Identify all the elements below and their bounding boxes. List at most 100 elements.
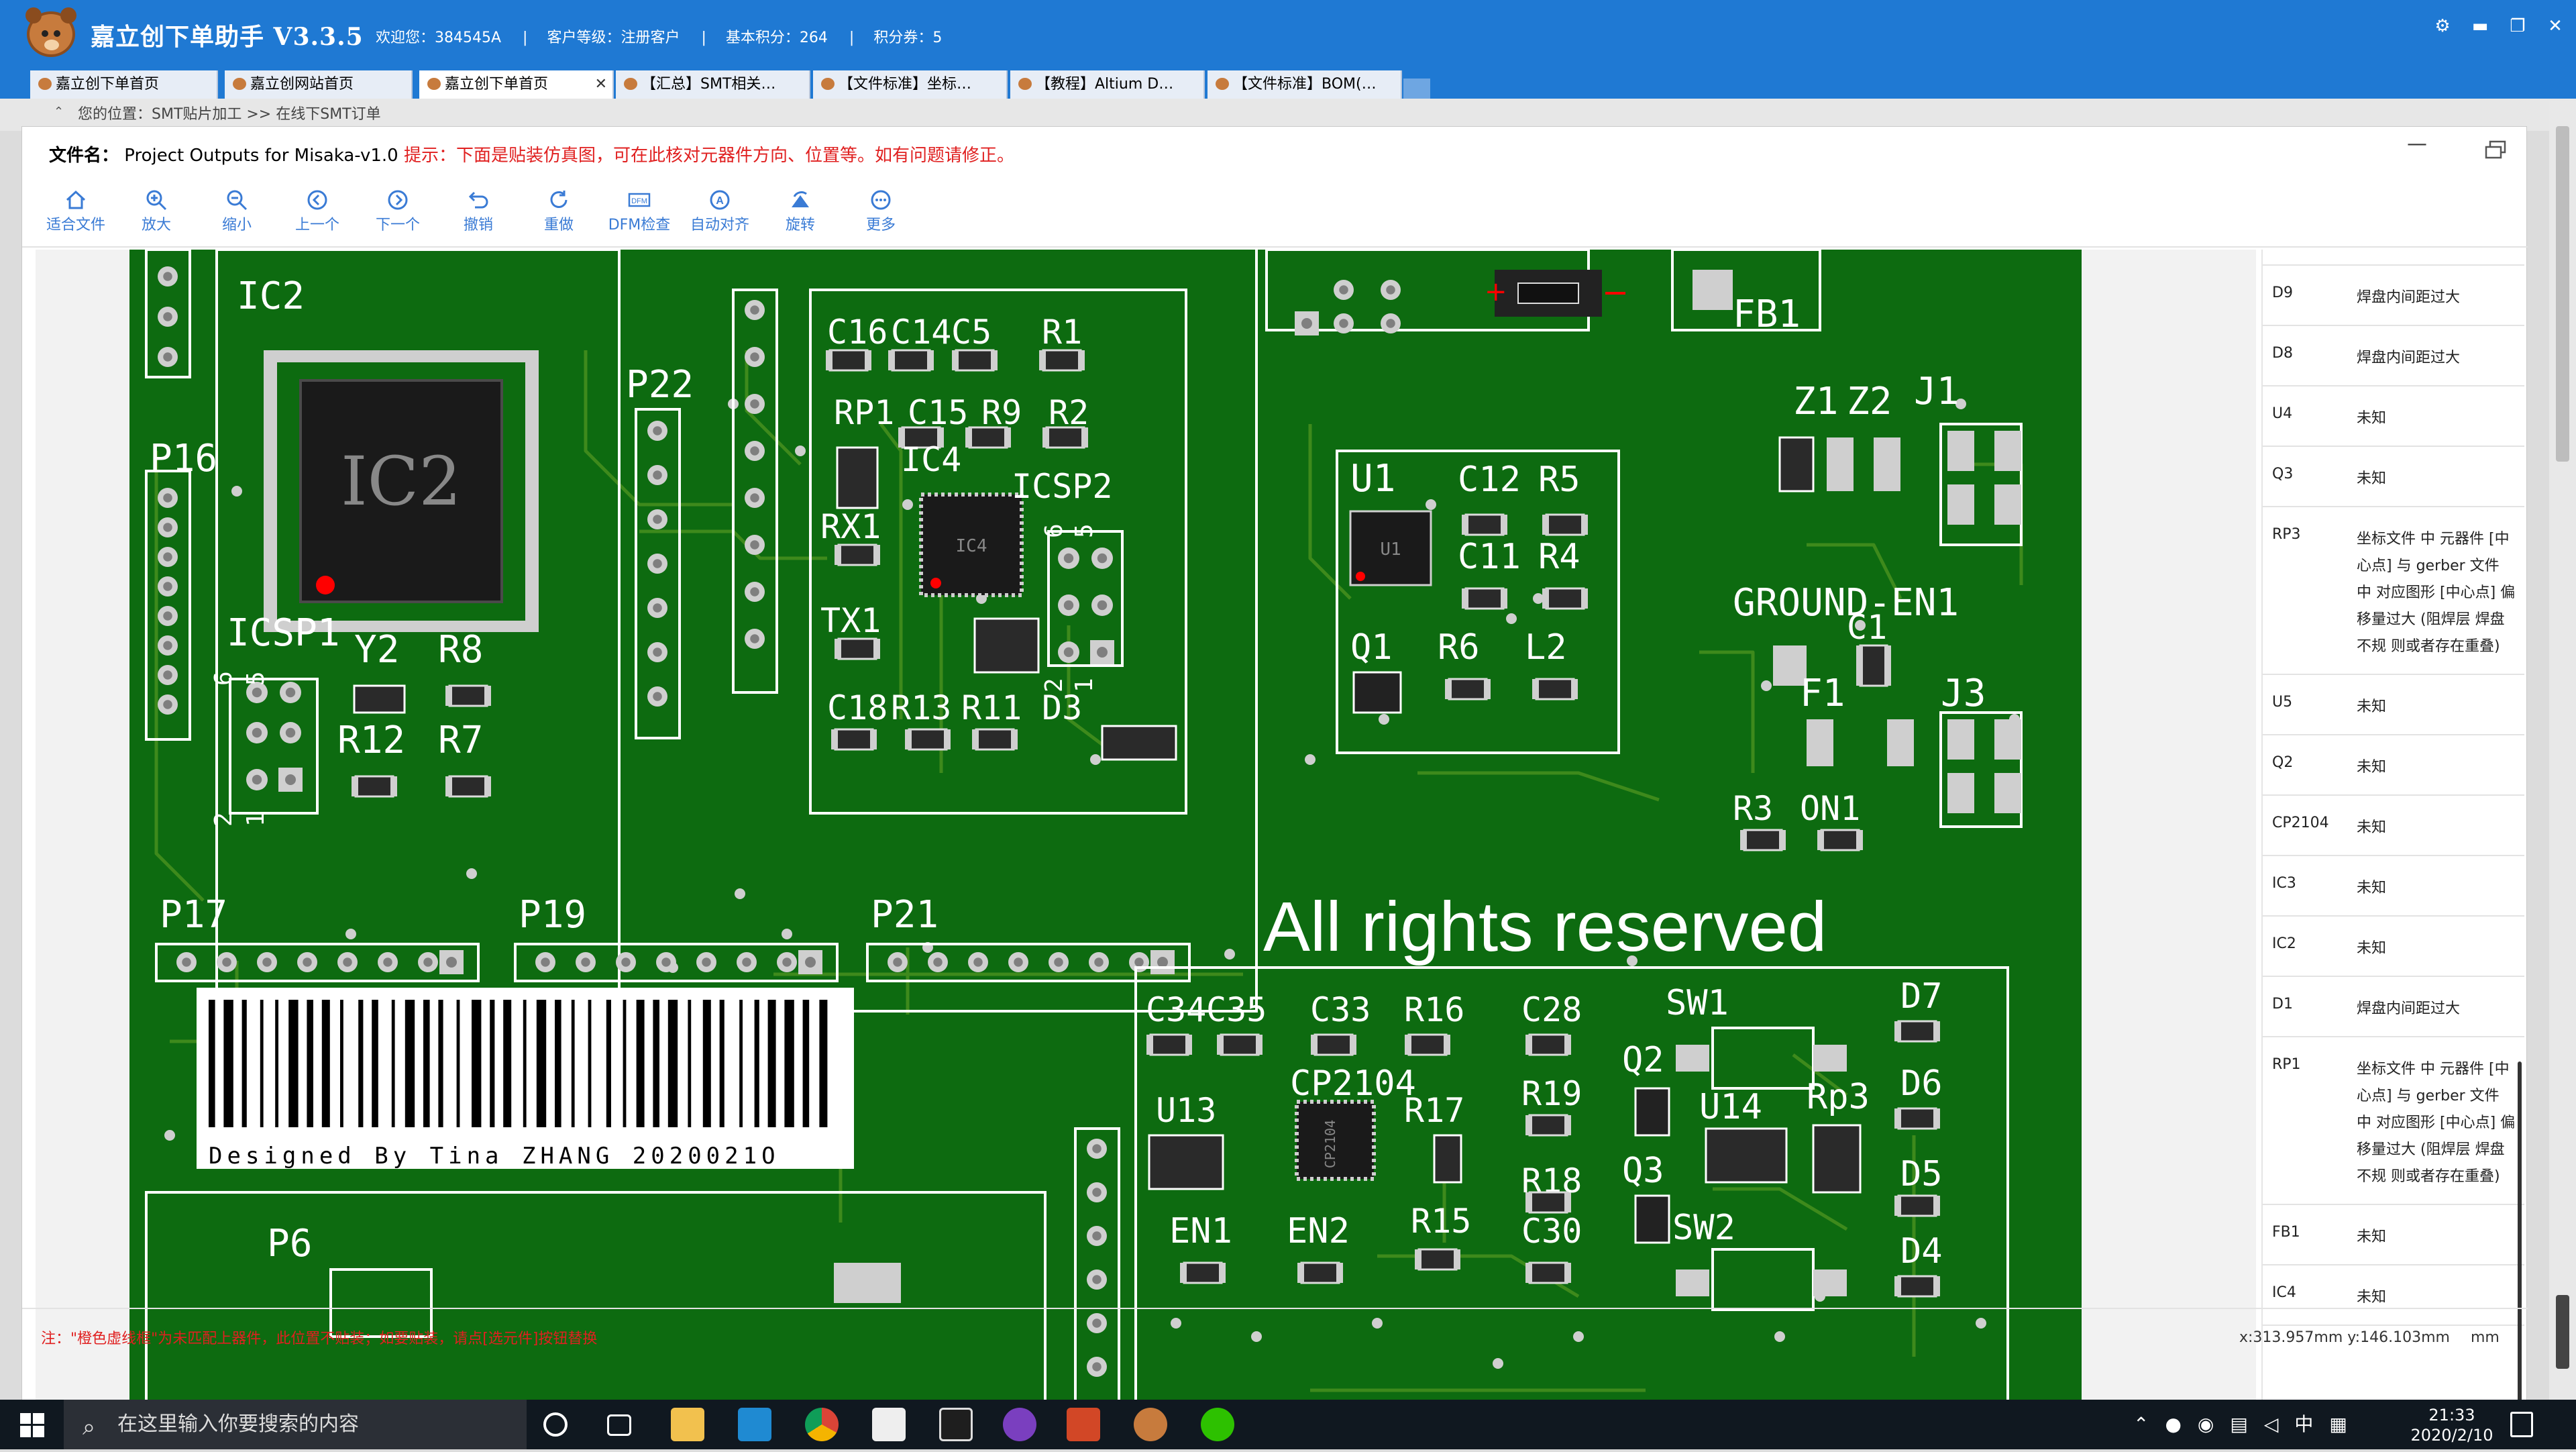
github-icon[interactable] — [1003, 1408, 1036, 1441]
zoom-out-button[interactable]: 缩小 — [197, 186, 277, 240]
redo-button[interactable]: 重做 — [519, 186, 599, 240]
smd-component[interactable] — [1448, 678, 1488, 701]
task-view-icon[interactable] — [607, 1414, 631, 1436]
tab-bom-standard[interactable]: 【文件标准】BOM(… — [1208, 70, 1402, 99]
u13-component[interactable] — [1148, 1134, 1224, 1190]
new-tab-button[interactable] — [1403, 79, 1430, 99]
smd-component[interactable] — [354, 775, 394, 798]
crystal-y2[interactable] — [353, 684, 406, 714]
z1-component[interactable] — [1778, 436, 1815, 492]
issue-row[interactable]: RP1 坐标文件 中 元器件 [中心点] 与 gerber 文件 中 对应图形 [… — [2263, 1037, 2524, 1205]
smd-component[interactable] — [1300, 1261, 1340, 1284]
q2-transistor[interactable] — [1634, 1087, 1670, 1137]
pcb-viewport[interactable]: IC2 IC2 P16 ICSP1 6 5 2 1 Y2 R8 R12 R7 P22 C16 C14 C5 R1… — [36, 250, 2256, 1425]
smd-component[interactable] — [1464, 513, 1505, 536]
notification-icon[interactable] — [2510, 1412, 2533, 1437]
rotate-button[interactable]: 旋转 — [760, 186, 841, 240]
smd-component[interactable] — [448, 775, 488, 798]
vscode-icon[interactable] — [738, 1408, 771, 1441]
smd-component[interactable] — [1859, 644, 1888, 687]
microphone-icon[interactable]: ● — [2165, 1400, 2181, 1449]
issue-row[interactable]: U5 未知 — [2263, 675, 2524, 735]
next-button[interactable]: 下一个 — [358, 186, 438, 240]
smd-component[interactable] — [975, 728, 1015, 751]
smd-component[interactable] — [1464, 587, 1505, 610]
smd-component[interactable] — [837, 543, 877, 566]
smd-component[interactable] — [1820, 829, 1860, 851]
smd-component[interactable] — [908, 728, 948, 751]
powerpoint-icon[interactable] — [1067, 1408, 1100, 1441]
smd-component[interactable] — [1535, 678, 1575, 701]
scrollbar-thumb[interactable] — [2556, 126, 2569, 462]
dfm-check-button[interactable]: DFM DFM检查 — [599, 186, 680, 240]
tab-order-home-active[interactable]: 嘉立创下单首页 ✕ — [419, 70, 614, 99]
volume-icon[interactable]: ◁ — [2264, 1400, 2279, 1449]
smd-component[interactable] — [1897, 1020, 1937, 1043]
r17-component[interactable] — [1433, 1134, 1462, 1184]
u14-component[interactable] — [1705, 1127, 1788, 1184]
smd-component[interactable] — [1897, 1194, 1937, 1217]
jlc-assistant-icon[interactable] — [1134, 1408, 1167, 1441]
maximize-icon[interactable]: ❐ — [2508, 16, 2528, 36]
network-icon[interactable]: ▤ — [2230, 1400, 2247, 1449]
input-language[interactable]: 中 — [2294, 1400, 2313, 1449]
rp1-array[interactable] — [836, 446, 879, 509]
dialog-minimize-button[interactable]: — — [2407, 132, 2427, 156]
windows-start-icon[interactable] — [20, 1413, 44, 1437]
tab-website-home[interactable]: 嘉立创网站首页 — [225, 70, 413, 99]
issue-row[interactable]: Q2 未知 — [2263, 735, 2524, 796]
more-button[interactable]: 更多 — [841, 186, 921, 240]
undo-button[interactable]: 撤销 — [438, 186, 519, 240]
diode-d3[interactable] — [1101, 725, 1177, 761]
file-explorer-icon[interactable] — [671, 1408, 704, 1441]
clock[interactable]: 21:33 2020/2/10 — [2408, 1405, 2496, 1445]
close-icon[interactable]: ✕ — [2545, 16, 2565, 36]
issue-row[interactable]: IC3 未知 — [2263, 856, 2524, 917]
smd-component[interactable] — [1545, 513, 1585, 536]
tab-altium-tutorial[interactable]: 【教程】Altium D… — [1010, 70, 1205, 99]
smd-component[interactable] — [1220, 1033, 1260, 1056]
smd-component[interactable] — [1417, 1248, 1458, 1271]
window-scrollbar[interactable] — [2549, 101, 2576, 1402]
smd-component[interactable] — [834, 728, 874, 751]
smd-component[interactable] — [1528, 1191, 1568, 1214]
fit-file-button[interactable]: 适合文件 — [36, 186, 116, 240]
smd-component[interactable] — [1897, 1275, 1937, 1298]
git-icon[interactable] — [939, 1408, 973, 1441]
tab-close-icon[interactable]: ✕ — [595, 70, 607, 99]
chevron-up-icon[interactable]: ⌃ — [2133, 1400, 2149, 1449]
chrome-icon[interactable] — [805, 1408, 839, 1441]
smd-component[interactable] — [891, 349, 931, 372]
smd-component[interactable] — [968, 426, 1008, 449]
cortana-icon[interactable] — [543, 1412, 568, 1437]
smd-component[interactable] — [837, 637, 877, 660]
q1-transistor[interactable] — [1352, 671, 1402, 714]
unit-label[interactable]: mm — [2471, 1329, 2500, 1346]
issue-row[interactable]: FB1 未知 — [2263, 1205, 2524, 1265]
smd-component[interactable] — [1897, 1107, 1937, 1130]
smd-component[interactable] — [1042, 349, 1082, 372]
issue-row[interactable]: CP2104 未知 — [2263, 796, 2524, 856]
regulator-component[interactable] — [973, 617, 1040, 674]
smd-component[interactable] — [1313, 1033, 1354, 1056]
smd-component[interactable] — [1149, 1033, 1189, 1056]
auto-align-button[interactable]: A 自动对齐 — [680, 186, 760, 240]
issue-row[interactable]: IC2 未知 — [2263, 917, 2524, 977]
issue-row[interactable]: RP3 坐标文件 中 元器件 [中心点] 与 gerber 文件 中 对应图形 [… — [2263, 507, 2524, 675]
rp3-array[interactable] — [1812, 1124, 1862, 1194]
restore-window-icon[interactable] — [2485, 140, 2506, 159]
zoom-in-button[interactable]: 放大 — [116, 186, 197, 240]
issue-row[interactable]: U4 未知 — [2263, 386, 2524, 447]
tab-smt-summary[interactable]: 【汇总】SMT相关… — [616, 70, 810, 99]
gear-icon[interactable]: ⚙ — [2432, 16, 2453, 36]
smd-component[interactable] — [448, 684, 488, 707]
previous-button[interactable]: 上一个 — [277, 186, 358, 240]
smd-component[interactable] — [1183, 1261, 1223, 1284]
tab-coordinate-standard[interactable]: 【文件标准】坐标… — [813, 70, 1008, 99]
issue-row[interactable]: D8 焊盘内间距过大 — [2263, 326, 2524, 386]
smd-component[interactable] — [828, 349, 869, 372]
pcb-board-canvas[interactable]: IC2IC2P16ICSP16 52 1Y2 R8R12 R7P22C16 C14 C5 R1… — [36, 250, 2256, 1425]
smd-component[interactable] — [1528, 1261, 1568, 1284]
smd-component[interactable] — [1407, 1033, 1448, 1056]
typora-icon[interactable] — [872, 1408, 906, 1441]
